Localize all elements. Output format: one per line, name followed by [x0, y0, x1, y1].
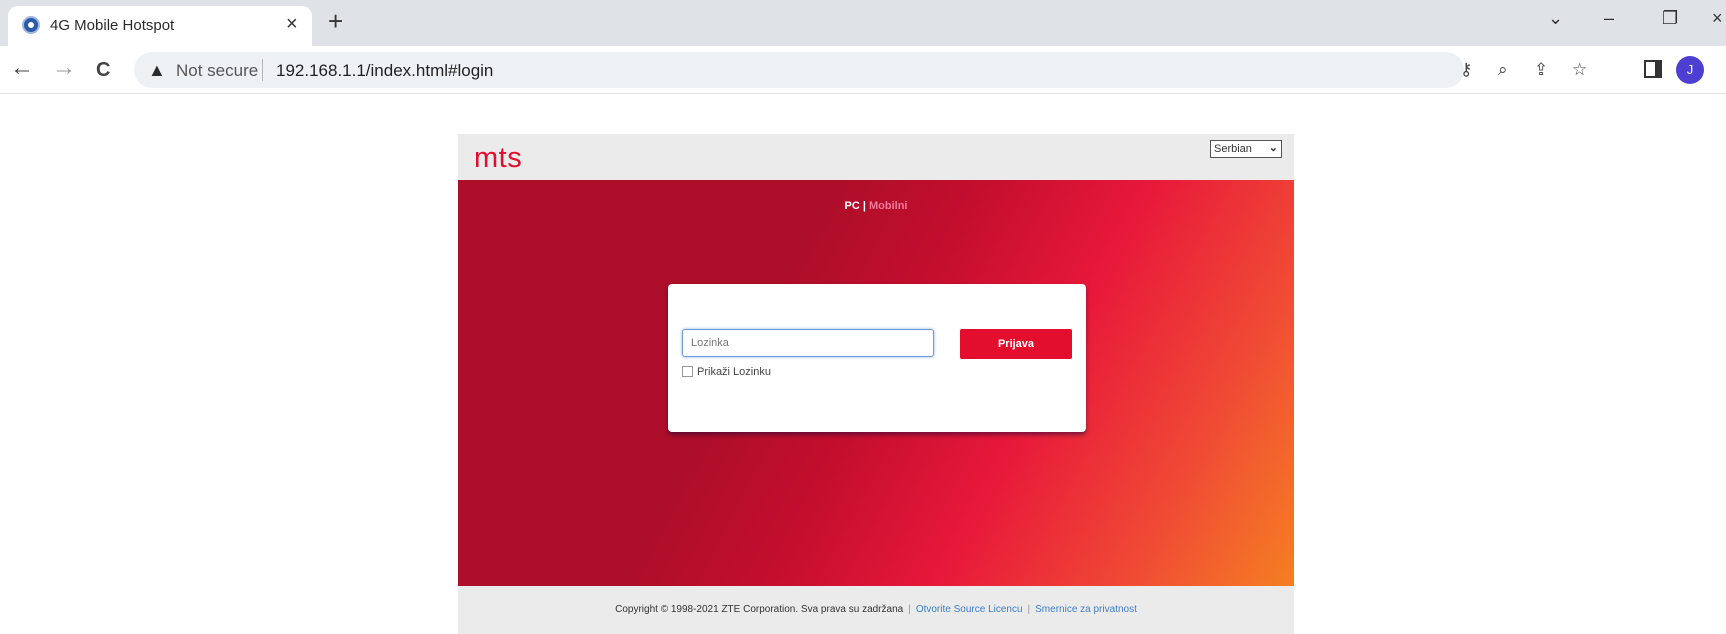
- footer-separator: |: [1027, 604, 1031, 615]
- restore-button[interactable]: ❐: [1662, 8, 1678, 29]
- zoom-icon[interactable]: ⌕: [1498, 60, 1508, 80]
- chevron-down-icon: ⌄: [1268, 142, 1278, 154]
- window-close-button[interactable]: ×: [1712, 8, 1723, 29]
- pc-view-link[interactable]: PC: [845, 200, 860, 212]
- login-button[interactable]: Prijava: [960, 329, 1072, 359]
- footer-separator: |: [908, 604, 911, 615]
- back-button[interactable]: ←: [10, 56, 34, 80]
- forward-button[interactable]: →: [52, 56, 76, 80]
- warning-icon[interactable]: ▲: [148, 60, 166, 81]
- language-select[interactable]: Serbian ⌄: [1210, 140, 1282, 158]
- privacy-policy-link[interactable]: Smernice za privatnost: [1035, 604, 1137, 615]
- tab-title: 4G Mobile Hotspot: [50, 17, 175, 34]
- language-value: Serbian: [1214, 143, 1252, 155]
- show-password-label: Prikaži Lozinku: [697, 366, 771, 378]
- browser-tab-strip: 4G Mobile Hotspot × + ⌄ – ❐ ×: [0, 0, 1726, 46]
- browser-toolbar: ← → C ▲ Not secure 192.168.1.1/index.htm…: [0, 46, 1726, 94]
- password-input[interactable]: [682, 329, 934, 357]
- page-header: mts Serbian ⌄: [458, 134, 1294, 180]
- minimize-button[interactable]: –: [1604, 8, 1614, 29]
- show-password-checkbox[interactable]: [682, 366, 693, 377]
- tab-close-icon[interactable]: ×: [286, 14, 298, 34]
- mts-logo: mts: [474, 142, 523, 174]
- show-password-row: Prikaži Lozinku: [682, 366, 771, 378]
- key-icon[interactable]: ⚷: [1460, 60, 1472, 80]
- open-source-license-link[interactable]: Otvorite Source Licencu: [916, 604, 1023, 615]
- new-tab-button[interactable]: +: [328, 8, 343, 34]
- login-panel: Prijava Prikaži Lozinku: [668, 284, 1086, 432]
- share-icon[interactable]: ⇪: [1534, 60, 1548, 80]
- favicon-icon: [22, 16, 40, 34]
- star-icon[interactable]: ☆: [1572, 60, 1587, 80]
- view-switch: PC | Mobilni: [458, 200, 1294, 212]
- avatar[interactable]: J: [1676, 56, 1704, 84]
- router-page: mts Serbian ⌄ PC | Mobilni Prijava Prika…: [458, 134, 1294, 634]
- hero-banner: PC | Mobilni Prijava Prikaži Lozinku: [458, 180, 1294, 586]
- tab-search-icon[interactable]: ⌄: [1548, 8, 1563, 29]
- address-bar[interactable]: ▲ Not secure 192.168.1.1/index.html#logi…: [134, 52, 1587, 88]
- url-text[interactable]: 192.168.1.1/index.html#login: [276, 61, 493, 81]
- browser-tab[interactable]: 4G Mobile Hotspot ×: [8, 6, 312, 46]
- copyright-text: Copyright © 1998-2021 ZTE Corporation. S…: [615, 604, 904, 615]
- side-panel-icon[interactable]: [1644, 60, 1662, 78]
- url-divider: [262, 59, 263, 81]
- mobile-view-link[interactable]: Mobilni: [869, 200, 908, 212]
- security-label[interactable]: Not secure: [176, 61, 258, 81]
- reload-button[interactable]: C: [96, 58, 110, 82]
- view-switch-separator: |: [862, 200, 866, 212]
- page-footer: Copyright © 1998-2021 ZTE Corporation. S…: [458, 586, 1294, 634]
